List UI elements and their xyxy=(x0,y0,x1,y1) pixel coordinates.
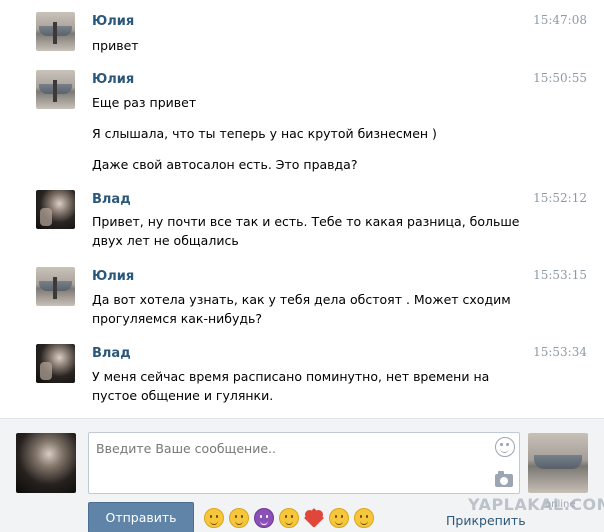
peer-avatar[interactable] xyxy=(528,433,588,493)
send-button[interactable]: Отправить xyxy=(88,502,194,532)
message-time: 15:50:55 xyxy=(533,71,587,85)
emoji-bar xyxy=(204,508,374,528)
message-time: 15:53:15 xyxy=(533,268,587,282)
author-avatar[interactable] xyxy=(36,190,75,229)
my-avatar[interactable] xyxy=(16,433,76,493)
author-avatar[interactable] xyxy=(36,12,75,51)
online-status: online xyxy=(545,499,576,510)
smile-emoji-icon[interactable] xyxy=(279,508,299,528)
smile-icon[interactable] xyxy=(495,437,515,457)
author-name[interactable]: Юлия xyxy=(92,72,134,87)
message-text: Да вот хотела узнать, как у тебя дела об… xyxy=(92,292,511,326)
author-avatar[interactable] xyxy=(36,267,75,306)
message-text: Привет, ну почти все так и есть. Тебе то… xyxy=(92,214,520,248)
author-name[interactable]: Влад xyxy=(92,192,131,207)
message-composer: Введите Ваше сообщение.. YAPLAKAL.COM on… xyxy=(0,418,604,532)
kiss-emoji-icon[interactable] xyxy=(354,508,374,528)
message-text: Я слышала, что ты теперь у нас крутой би… xyxy=(92,126,437,141)
message-input-placeholder: Введите Ваше сообщение.. xyxy=(96,441,276,456)
devil-emoji-icon[interactable] xyxy=(254,508,274,528)
camera-icon[interactable] xyxy=(495,471,513,487)
message-time: 15:53:34 xyxy=(533,345,587,359)
message-time: 15:47:08 xyxy=(533,13,587,27)
heart-emoji-icon[interactable] xyxy=(304,508,324,528)
author-avatar[interactable] xyxy=(36,344,75,383)
author-name[interactable]: Влад xyxy=(92,346,131,361)
message-time: 15:52:12 xyxy=(533,191,587,205)
message-text: Еще раз привет xyxy=(92,95,197,110)
relieved-emoji-icon[interactable] xyxy=(229,508,249,528)
flushed-emoji-icon[interactable] xyxy=(329,508,349,528)
message-text: Даже свой автосалон есть. Это правда? xyxy=(92,157,358,172)
message-text: У меня сейчас время расписано поминутно,… xyxy=(92,369,490,403)
message-text: привет xyxy=(92,38,139,53)
grin-emoji-icon[interactable] xyxy=(204,508,224,528)
message-input[interactable]: Введите Ваше сообщение.. xyxy=(88,432,520,494)
watermark: YAPLAKAL.COM xyxy=(468,495,604,514)
author-name[interactable]: Юлия xyxy=(92,269,134,284)
author-avatar[interactable] xyxy=(36,70,75,109)
author-name[interactable]: Юлия xyxy=(92,14,134,29)
attach-button[interactable]: Прикрепить xyxy=(446,513,526,528)
